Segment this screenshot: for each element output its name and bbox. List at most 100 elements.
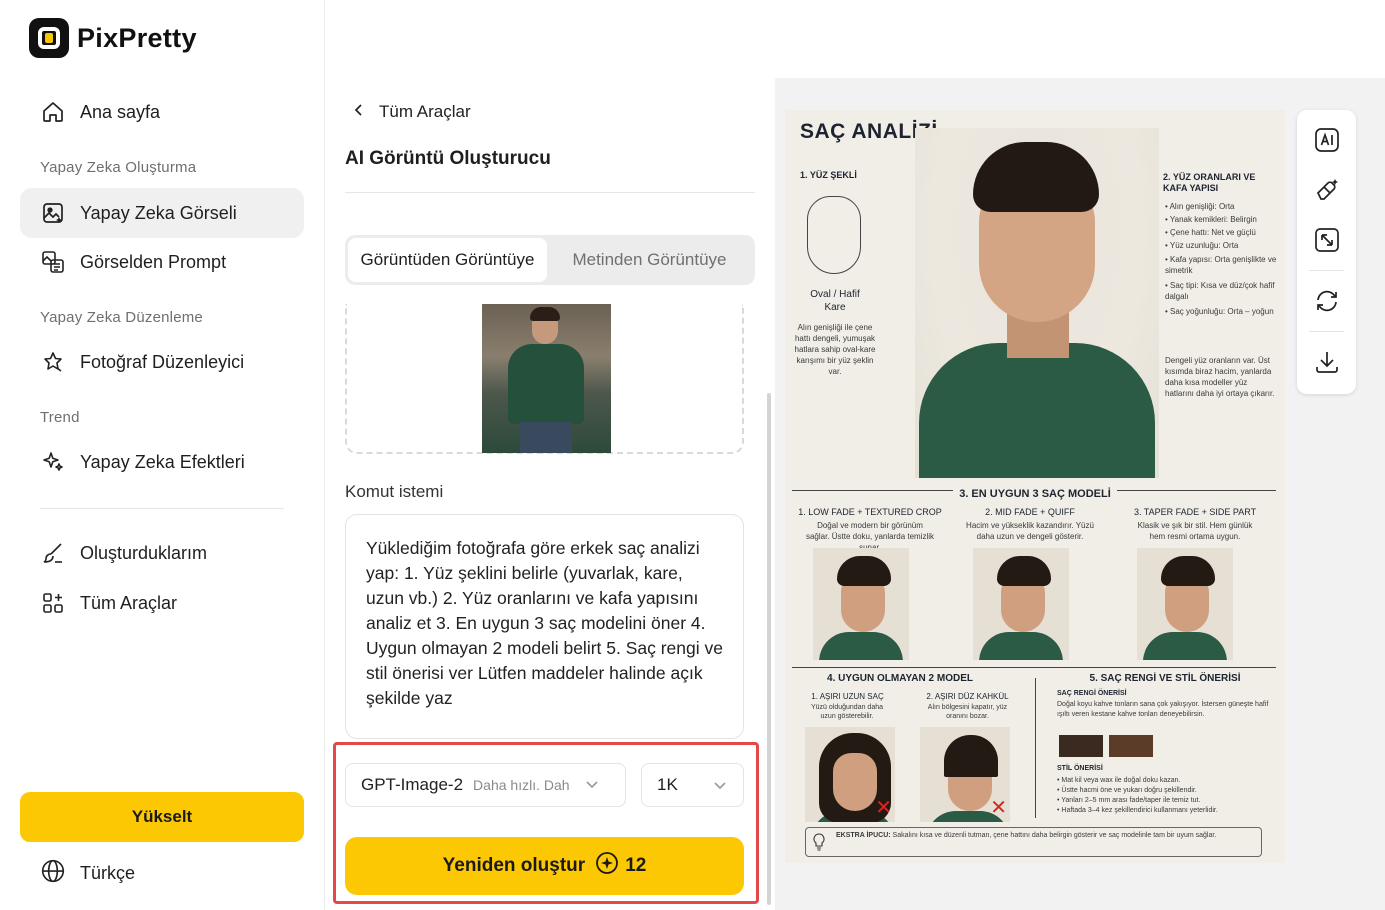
cross-icon: ✕ <box>875 797 892 819</box>
sidebar-item-image-prompt[interactable]: Görselden Prompt <box>20 237 304 287</box>
credit-cost: 12 <box>595 851 646 881</box>
credit-icon <box>595 851 619 881</box>
poster-style-tip: • Üstte hacmi öne ve yukarı doğru şekill… <box>1057 787 1197 794</box>
sidebar-item-label: Görselden Prompt <box>80 251 227 272</box>
credit-count: 12 <box>625 855 647 876</box>
download-icon[interactable] <box>1312 347 1342 377</box>
poster-bad-style-desc: Alın bölgesini kapatır, yüz oranını boza… <box>927 704 1008 720</box>
sidebar-item-home[interactable]: Ana sayfa <box>20 87 304 137</box>
lightbulb-icon <box>812 833 826 856</box>
poster-tip-label: EKSTRA İPUCU: <box>836 832 891 839</box>
poster-face-shape-desc: Alın genişliği ile çene hattı dengeli, y… <box>794 323 876 376</box>
poster-proportion-item: • Saç yoğunluğu: Orta – yoğun <box>1165 307 1274 316</box>
poster-bad-style-name: 1. AŞIRI UZUN SAÇ <box>811 692 884 701</box>
hair-color-swatch <box>1109 735 1153 757</box>
sidebar-item-all-tools[interactable]: Tüm Araçlar <box>20 578 304 628</box>
app-root: PixPretty Ana sayfa Yapay Zeka Oluşturma… <box>0 0 1385 910</box>
head-outline-illustration <box>807 196 861 274</box>
prompt-textarea[interactable]: Yüklediğim fotoğrafa göre erkek saç anal… <box>345 514 744 739</box>
sidebar-item-label: Tüm Araçlar <box>80 592 178 613</box>
poster-color-desc: Doğal koyu kahve tonların sana çok yakış… <box>1057 701 1269 718</box>
resolution-value: 1K <box>657 775 678 794</box>
section-label-trend: Trend <box>40 409 80 426</box>
title-divider <box>345 192 755 193</box>
upscale-icon[interactable] <box>1312 225 1342 255</box>
sidebar-item-label: Fotoğraf Düzenleyici <box>80 351 245 372</box>
sidebar-item-ai-effects[interactable]: Yapay Zeka Efektleri <box>20 437 304 487</box>
poster-proportion-note: Dengeli yüz oranların var. Üst kısımda b… <box>1165 356 1275 398</box>
poster-style-title: STİL ÖNERİSİ <box>1057 765 1103 772</box>
image-toolbar <box>1297 110 1356 394</box>
poster-section-proportions: 2. YÜZ ORANLARI VE KAFA YAPISI <box>1163 172 1256 193</box>
back-to-all-tools[interactable]: Tüm Araçlar <box>353 102 471 122</box>
toolbar-divider <box>1309 270 1344 271</box>
upload-area[interactable] <box>345 304 744 454</box>
poster-style-name: 2. MID FADE + QUIFF <box>985 507 1075 517</box>
cross-icon: ✕ <box>990 797 1007 819</box>
tab-text-to-image[interactable]: Metinden Görüntüye <box>547 238 752 282</box>
sidebar: PixPretty Ana sayfa Yapay Zeka Oluşturma… <box>0 0 325 910</box>
refresh-icon[interactable] <box>1312 286 1342 316</box>
chevron-left-icon <box>353 102 365 122</box>
poster-section-color-style: 5. SAÇ RENGİ VE STİL ÖNERİSİ <box>1089 673 1241 684</box>
poster-bad-style-desc: Yüzü olduğundan daha uzun gösterebilir. <box>810 704 883 720</box>
sidebar-item-label: Ana sayfa <box>80 101 161 122</box>
back-label: Tüm Araçlar <box>379 102 471 121</box>
upgrade-button[interactable]: Yükselt <box>20 792 304 842</box>
poster-style-tip: • Mat kil veya wax ile doğal doku kazan. <box>1057 777 1181 784</box>
poster-face-shape-result: Oval / Hafif Kare <box>810 289 860 313</box>
model-select[interactable]: GPT-Image-2 Daha hızlı. Dah <box>345 763 626 807</box>
grid-icon <box>40 590 66 616</box>
hair-color-swatch <box>1059 735 1103 757</box>
panel-scrollbar[interactable] <box>767 393 771 905</box>
poster-proportion-item: • Alın genişliği: Orta <box>1165 202 1235 211</box>
sidebar-item-my-creations[interactable]: Oluşturduklarım <box>20 528 304 578</box>
image-prompt-icon <box>40 249 66 275</box>
poster-proportion-item: • Saç tipi: Kısa ve düz/çok hafif dalgal… <box>1165 281 1275 301</box>
app-logo[interactable]: PixPretty <box>29 18 197 58</box>
uploaded-image-thumbnail[interactable] <box>482 304 611 453</box>
poster-tip-body: Sakalını kısa ve düzenli tutman, çene ha… <box>892 832 1217 839</box>
regenerate-label: Yeniden oluştur <box>442 855 586 876</box>
tab-image-to-image[interactable]: Görüntüden Görüntüye <box>348 238 547 282</box>
ai-tool-icon[interactable] <box>1312 125 1342 155</box>
poster-proportion-item: • Çene hattı: Net ve güçlü <box>1165 228 1256 237</box>
poster-proportion-item: • Yüz uzunluğu: Orta <box>1165 241 1239 250</box>
sparkles-icon <box>40 449 66 475</box>
sidebar-divider <box>40 508 284 509</box>
section-label-edit: Yapay Zeka Düzenleme <box>40 309 203 326</box>
section-label-create: Yapay Zeka Oluşturma <box>40 159 197 176</box>
poster-section-best-styles-label: 3. EN UYGUN 3 SAÇ MODELİ <box>953 488 1117 500</box>
poster-tip-text: EKSTRA İPUCU: Sakalını kısa ve düzenli t… <box>836 831 1256 841</box>
regenerate-button[interactable]: Yeniden oluştur 12 <box>345 837 744 895</box>
poster-bad-style-name: 2. AŞIRI DÜZ KAHKÜL <box>926 692 1009 701</box>
poster-divider <box>792 667 1276 668</box>
poster-proportion-item: • Kafa yapısı: Orta genişlikte ve simetr… <box>1165 255 1277 275</box>
generated-image[interactable]: SAÇ ANALİZİ 1. YÜZ ŞEKLİ Oval / Hafif Ka… <box>785 110 1285 863</box>
poster-section-face-shape: 1. YÜZ ŞEKLİ <box>800 170 857 180</box>
page-title: AI Görüntü Oluşturucu <box>345 148 551 169</box>
poster-proportion-item: • Yanak kemikleri: Belirgin <box>1165 215 1257 224</box>
toolbar-divider <box>1309 331 1344 332</box>
app-name: PixPretty <box>77 22 197 53</box>
brush-icon <box>40 540 66 566</box>
main-portrait <box>915 128 1159 478</box>
sidebar-item-ai-image[interactable]: Yapay Zeka Görseli <box>20 188 304 238</box>
resolution-select[interactable]: 1K <box>641 763 744 807</box>
poster-style-desc: Hacim ve yükseklik kazandırır. Yüzü daha… <box>966 521 1094 541</box>
language-selector[interactable]: Türkçe <box>40 858 135 889</box>
poster-section-avoid: 4. UYGUN OLMAYAN 2 MODEL <box>827 673 973 684</box>
sidebar-item-label: Yapay Zeka Efektleri <box>80 451 245 472</box>
chevron-down-icon <box>713 775 727 795</box>
chevron-down-icon <box>585 776 599 794</box>
ai-image-icon <box>40 200 66 226</box>
poster-tip-box: EKSTRA İPUCU: Sakalını kısa ve düzenli t… <box>805 827 1262 857</box>
eraser-icon[interactable] <box>1312 175 1342 205</box>
poster-style-tip: • Yanları 2–5 mm arası fade/taper ile te… <box>1057 797 1201 804</box>
style-image-low-fade <box>813 548 909 660</box>
sidebar-item-label: Yapay Zeka Görseli <box>80 202 237 223</box>
tool-panel: Tüm Araçlar AI Görüntü Oluşturucu Görünt… <box>325 78 775 910</box>
sidebar-item-photo-editor[interactable]: Fotoğraf Düzenleyici <box>20 337 304 387</box>
bad-style-image-flat-bangs: ✕ <box>920 727 1010 822</box>
poster-section-best-styles: 3. EN UYGUN 3 SAÇ MODELİ <box>785 488 1285 500</box>
